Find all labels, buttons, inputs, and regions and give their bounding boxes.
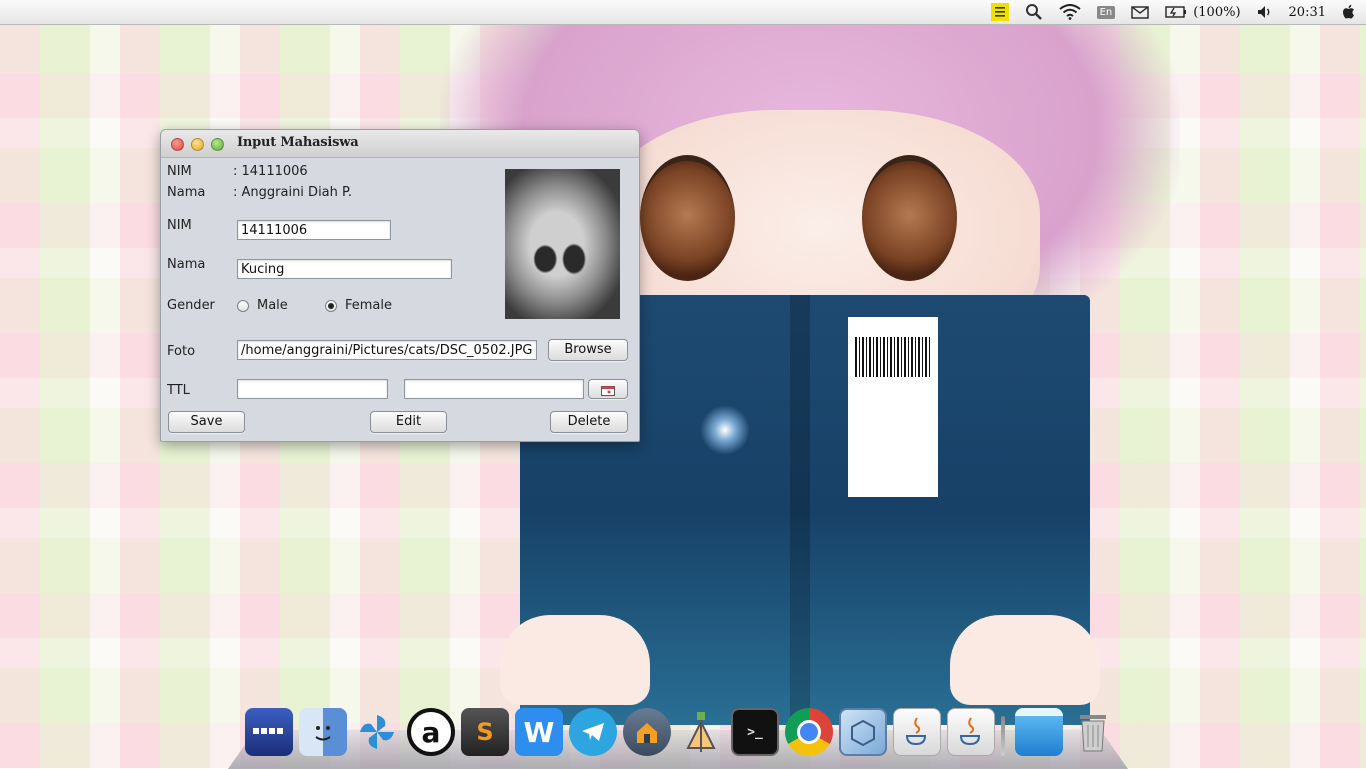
gender-male-radio[interactable]: Male bbox=[237, 298, 288, 313]
volume-icon bbox=[1257, 5, 1273, 19]
nim-label: NIM bbox=[167, 218, 192, 233]
sublime-text-app-icon[interactable]: S bbox=[461, 708, 509, 756]
volume-menu-item[interactable] bbox=[1257, 0, 1273, 24]
radio-button-selected-icon bbox=[325, 299, 337, 312]
edit-button[interactable]: Edit bbox=[370, 411, 447, 433]
battery-menu-item[interactable]: (100%) bbox=[1165, 0, 1241, 24]
maximize-window-button[interactable] bbox=[211, 138, 224, 151]
telegram-app-icon[interactable] bbox=[569, 708, 617, 756]
wifi-menu-item[interactable] bbox=[1058, 0, 1081, 24]
java-app-icon[interactable] bbox=[893, 708, 941, 756]
notes-menu-item[interactable] bbox=[990, 0, 1009, 24]
workspaces-app-icon[interactable] bbox=[245, 708, 293, 756]
finder-app-icon[interactable] bbox=[299, 708, 347, 756]
window-title: Input Mahasiswa bbox=[237, 135, 359, 150]
inkscape-app-icon[interactable] bbox=[677, 708, 725, 756]
menu-bar: En (100%) 20:31 bbox=[0, 0, 1366, 25]
summary-nama-label: Nama bbox=[167, 185, 206, 200]
browse-button[interactable]: Browse bbox=[548, 339, 628, 361]
wps-writer-app-icon[interactable]: W bbox=[515, 708, 563, 756]
save-button[interactable]: Save bbox=[168, 411, 245, 433]
virtualbox-app-icon[interactable] bbox=[839, 708, 887, 756]
date-picker-button[interactable] bbox=[588, 379, 628, 399]
java-app-icon-2[interactable] bbox=[947, 708, 995, 756]
wallpaper-right-hand bbox=[950, 615, 1100, 705]
terminal-app-icon[interactable]: >_ bbox=[731, 708, 779, 756]
search-icon bbox=[1025, 3, 1043, 21]
trash-icon[interactable] bbox=[1069, 708, 1117, 756]
gender-female-label: Female bbox=[345, 298, 393, 313]
ttl-date-input[interactable] bbox=[404, 379, 584, 399]
clock-time: 20:31 bbox=[1288, 4, 1326, 20]
ttl-place-input[interactable] bbox=[237, 379, 388, 399]
battery-icon bbox=[1165, 6, 1187, 18]
input-mahasiswa-window: Input Mahasiswa NIM : 14111006 Nama : An… bbox=[160, 129, 640, 442]
wallpaper-left-hand bbox=[500, 615, 650, 705]
clock-menu-item[interactable]: 20:31 bbox=[1289, 0, 1326, 24]
home-folder-app-icon[interactable] bbox=[623, 708, 671, 756]
photo-preview bbox=[505, 169, 620, 319]
desktop-folder-icon[interactable] bbox=[1015, 708, 1063, 756]
gender-label: Gender bbox=[167, 298, 215, 313]
gender-female-radio[interactable]: Female bbox=[325, 298, 392, 313]
nama-label: Nama bbox=[167, 257, 206, 272]
dock-separator bbox=[1001, 716, 1005, 756]
close-window-button[interactable] bbox=[171, 138, 184, 151]
mail-menu-item[interactable] bbox=[1131, 0, 1149, 24]
wallpaper-star bbox=[700, 405, 750, 455]
notes-icon bbox=[990, 3, 1009, 21]
summary-nama-value: : Anggraini Diah P. bbox=[233, 185, 352, 200]
summary-nim-value: : 14111006 bbox=[233, 164, 308, 179]
amarok-app-icon[interactable]: a bbox=[407, 708, 455, 756]
wallpaper-right-eye bbox=[862, 155, 957, 281]
wallpaper-left-eye bbox=[640, 155, 735, 281]
apple-icon bbox=[1342, 4, 1356, 20]
apple-menu-item[interactable] bbox=[1342, 0, 1356, 24]
radio-button-icon bbox=[237, 299, 249, 312]
nama-input[interactable] bbox=[237, 259, 452, 279]
delete-button[interactable]: Delete bbox=[550, 411, 628, 433]
calendar-icon bbox=[601, 383, 615, 403]
foto-path-input[interactable] bbox=[237, 340, 537, 360]
window-titlebar[interactable]: Input Mahasiswa bbox=[161, 130, 639, 158]
minimize-window-button[interactable] bbox=[191, 138, 204, 151]
gender-male-label: Male bbox=[257, 298, 288, 313]
chrome-app-icon[interactable] bbox=[785, 708, 833, 756]
summary-nim-label: NIM bbox=[167, 164, 192, 179]
wallpaper-barcode-label bbox=[848, 317, 938, 497]
keyboard-layout-icon: En bbox=[1096, 5, 1116, 19]
battery-percentage: (100%) bbox=[1193, 4, 1241, 20]
nim-input[interactable] bbox=[237, 220, 391, 240]
keyboard-layout-menu-item[interactable]: En bbox=[1096, 0, 1116, 24]
shotwell-app-icon[interactable] bbox=[353, 708, 401, 756]
wifi-icon bbox=[1058, 4, 1081, 20]
search-menu-item[interactable] bbox=[1025, 0, 1043, 24]
dock: a S W >_ bbox=[245, 706, 1123, 756]
wallpaper-book-spine bbox=[790, 295, 810, 725]
mail-icon bbox=[1131, 5, 1149, 19]
foto-label: Foto bbox=[167, 344, 196, 359]
ttl-label: TTL bbox=[167, 383, 190, 398]
